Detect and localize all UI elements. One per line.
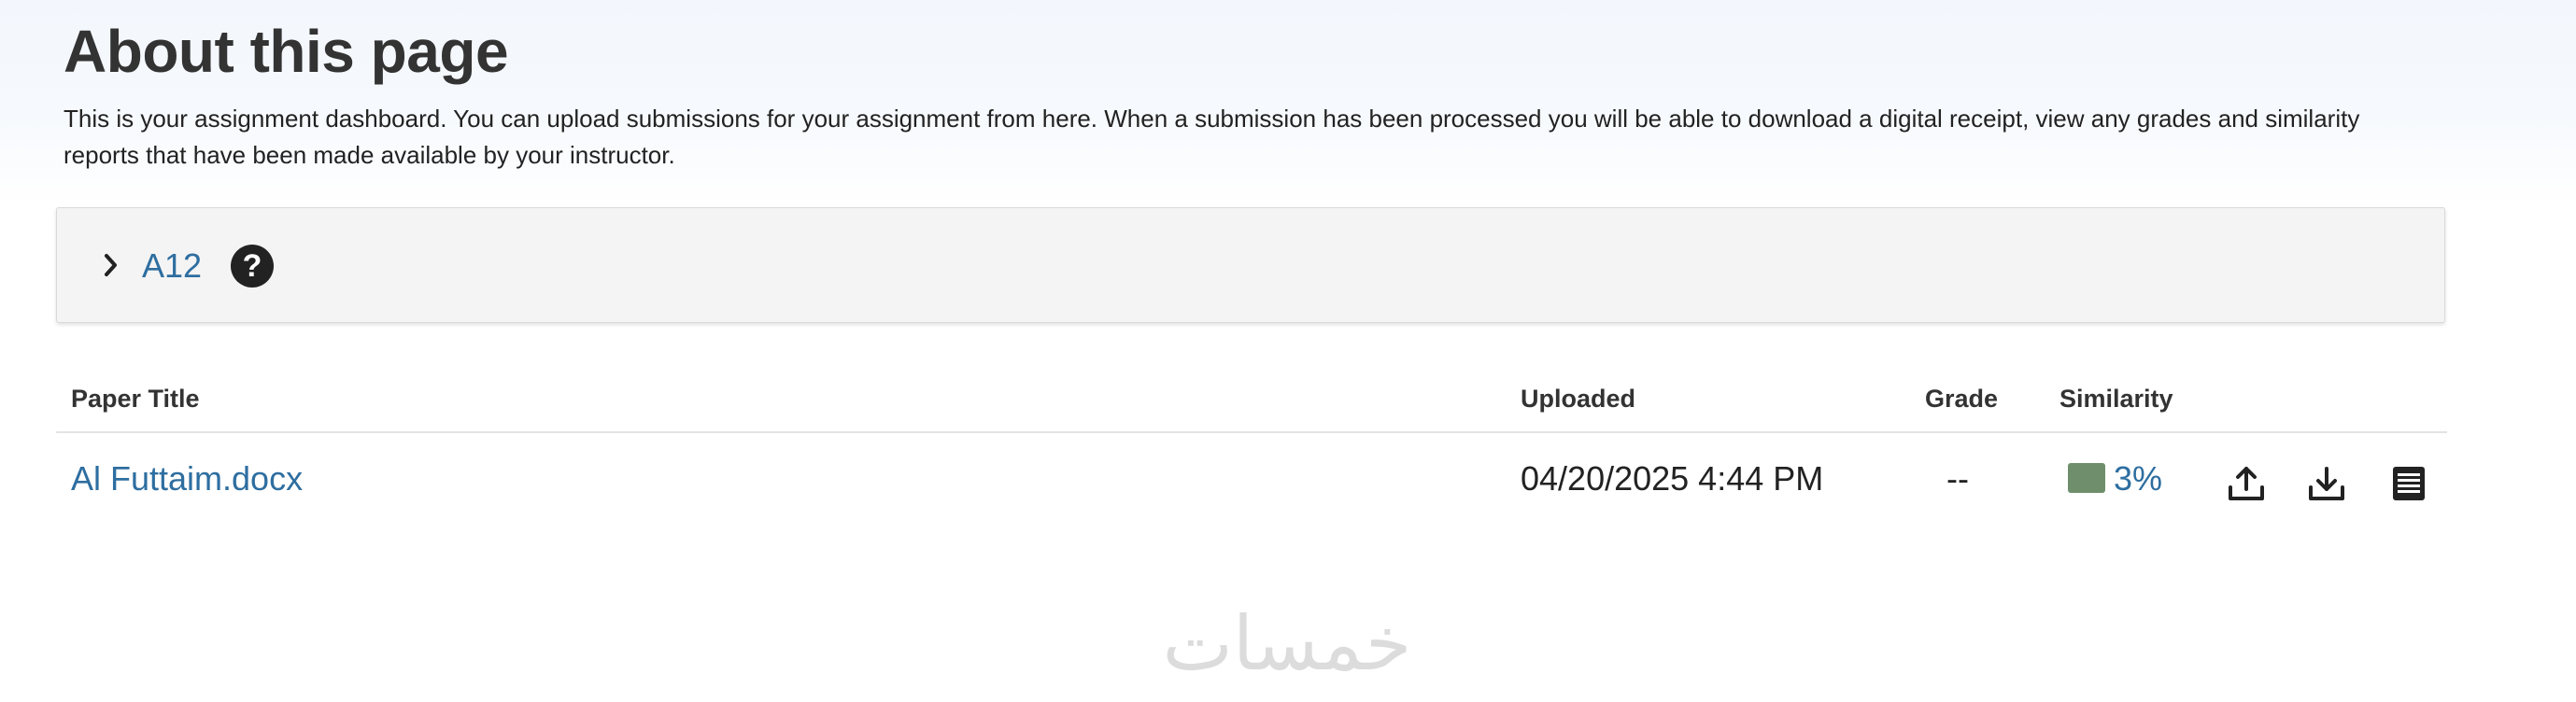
chevron-right-icon[interactable]: [97, 248, 125, 282]
uploaded-date: 04/20/2025 4:44 PM: [1521, 459, 1824, 498]
grade-value: --: [1946, 459, 1969, 498]
report-icon[interactable]: [2386, 461, 2431, 506]
similarity-score-link[interactable]: 3%: [2114, 459, 2162, 498]
column-header-uploaded: Uploaded: [1521, 385, 1636, 413]
assignment-accordion[interactable]: [56, 207, 2445, 323]
column-header-grade: Grade: [1925, 385, 1999, 413]
page-description: This is your assignment dashboard. You c…: [64, 105, 2360, 169]
assignment-dashboard: About this page This is your assignment …: [0, 0, 2576, 702]
column-header-similarity: Similarity: [2059, 385, 2173, 413]
upload-icon[interactable]: [2224, 461, 2269, 506]
table-header-divider: [56, 431, 2447, 433]
column-header-paper-title: Paper Title: [71, 385, 200, 413]
page-title: About this page: [64, 18, 509, 85]
watermark-logo: خمسات: [1162, 600, 1412, 687]
download-icon[interactable]: [2304, 461, 2349, 506]
similarity-color-swatch[interactable]: [2068, 463, 2105, 493]
assignment-name-link[interactable]: A12: [142, 246, 202, 286]
help-icon[interactable]: ?: [231, 245, 274, 288]
paper-title-link[interactable]: Al Futtaim.docx: [71, 459, 303, 498]
